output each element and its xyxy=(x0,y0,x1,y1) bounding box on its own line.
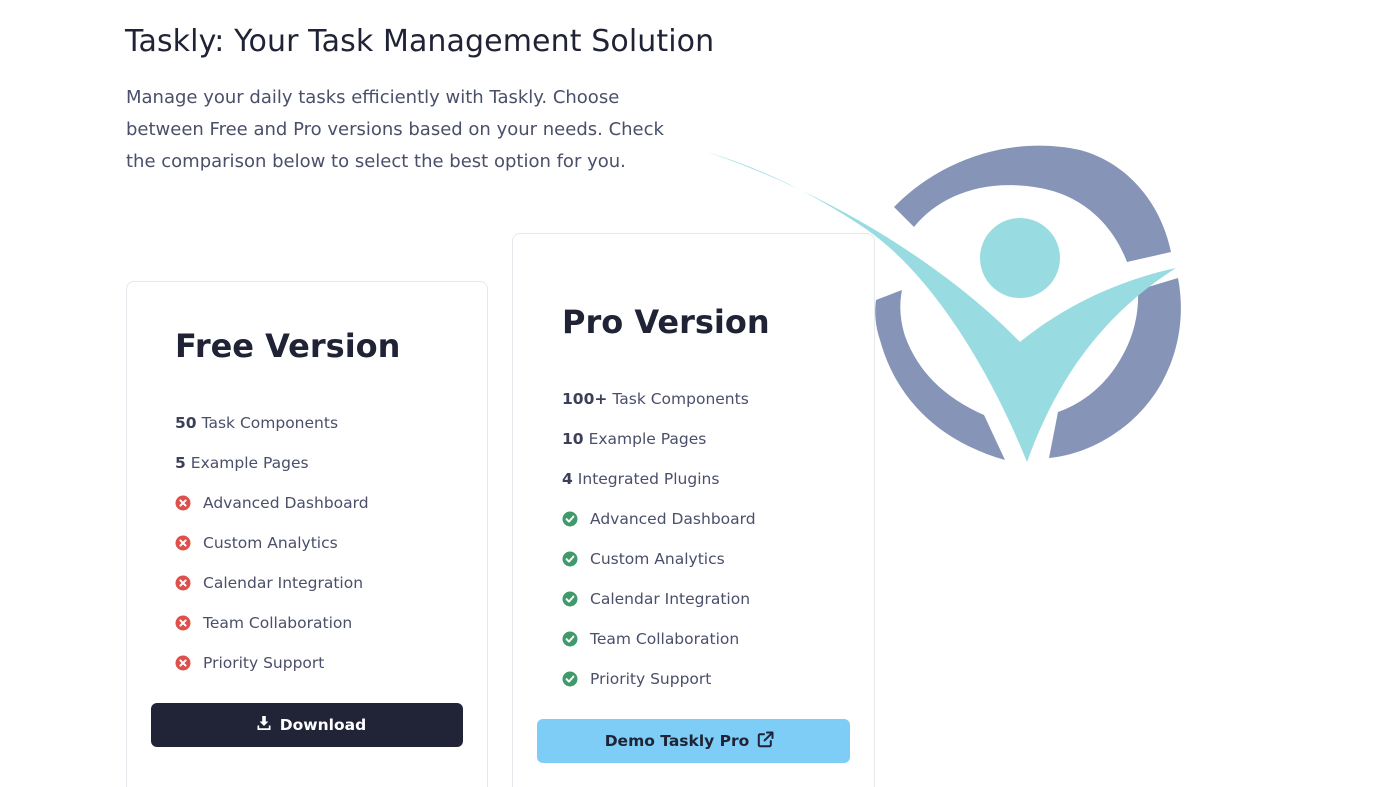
list-item: Team Collaboration xyxy=(175,603,369,643)
feature-count: 4 xyxy=(562,470,573,488)
feature-count: 10 xyxy=(562,430,584,448)
list-item: Calendar Integration xyxy=(562,579,756,619)
feature-label: Custom Analytics xyxy=(203,534,338,552)
x-circle-icon xyxy=(175,575,191,591)
list-item: Calendar Integration xyxy=(175,563,369,603)
feature-count: 50 xyxy=(175,414,197,432)
feature-label: Calendar Integration xyxy=(203,574,364,592)
feature-label: Team Collaboration xyxy=(590,630,740,648)
external-link-icon xyxy=(749,731,782,752)
list-item: Custom Analytics xyxy=(175,523,369,563)
x-circle-icon xyxy=(175,655,191,671)
intro-paragraph: Manage your daily tasks efficiently with… xyxy=(126,87,664,172)
list-item: Team Collaboration xyxy=(562,619,756,659)
page: Taskly: Your Task Management Solution Ma… xyxy=(0,0,1377,787)
list-item: Priority Support xyxy=(175,643,369,683)
check-circle-icon xyxy=(562,511,578,527)
demo-taskly-pro-button[interactable]: Demo Taskly Pro xyxy=(537,719,850,763)
feature-label: Example Pages xyxy=(190,454,309,472)
check-circle-icon xyxy=(562,671,578,687)
feature-label: Task Components xyxy=(201,414,339,432)
feature-label: Priority Support xyxy=(203,654,325,672)
feature-label: Custom Analytics xyxy=(590,550,725,568)
feature-label: Advanced Dashboard xyxy=(590,510,756,528)
feature-label: Advanced Dashboard xyxy=(203,494,369,512)
feature-count: 100+ xyxy=(562,390,608,408)
download-button[interactable]: Download xyxy=(151,703,463,747)
taskly-logo-icon xyxy=(707,145,1181,462)
download-button-label: Download xyxy=(279,716,367,734)
list-item: 5 Example Pages xyxy=(175,443,369,483)
page-title: Taskly: Your Task Management Solution xyxy=(125,24,715,59)
feature-label: Calendar Integration xyxy=(590,590,751,608)
demo-button-label: Demo Taskly Pro xyxy=(604,732,750,750)
x-circle-icon xyxy=(175,615,191,631)
list-item: 50 Task Components xyxy=(175,403,369,443)
feature-label: Team Collaboration xyxy=(203,614,353,632)
free-version-card: Free Version 50 Task Components 5 Exampl… xyxy=(126,281,488,787)
feature-label: Integrated Plugins xyxy=(577,470,720,488)
free-version-title: Free Version xyxy=(175,327,401,365)
download-icon xyxy=(248,715,280,735)
x-circle-icon xyxy=(175,495,191,511)
list-item: Custom Analytics xyxy=(562,539,756,579)
check-circle-icon xyxy=(562,551,578,567)
list-item: Advanced Dashboard xyxy=(562,499,756,539)
free-feature-list: 50 Task Components 5 Example Pages Advan… xyxy=(175,403,369,683)
check-circle-icon xyxy=(562,591,578,607)
feature-label: Example Pages xyxy=(588,430,707,448)
list-item: Priority Support xyxy=(562,659,756,699)
check-circle-icon xyxy=(562,631,578,647)
list-item: Advanced Dashboard xyxy=(175,483,369,523)
feature-label: Priority Support xyxy=(590,670,712,688)
x-circle-icon xyxy=(175,535,191,551)
feature-count: 5 xyxy=(175,454,186,472)
